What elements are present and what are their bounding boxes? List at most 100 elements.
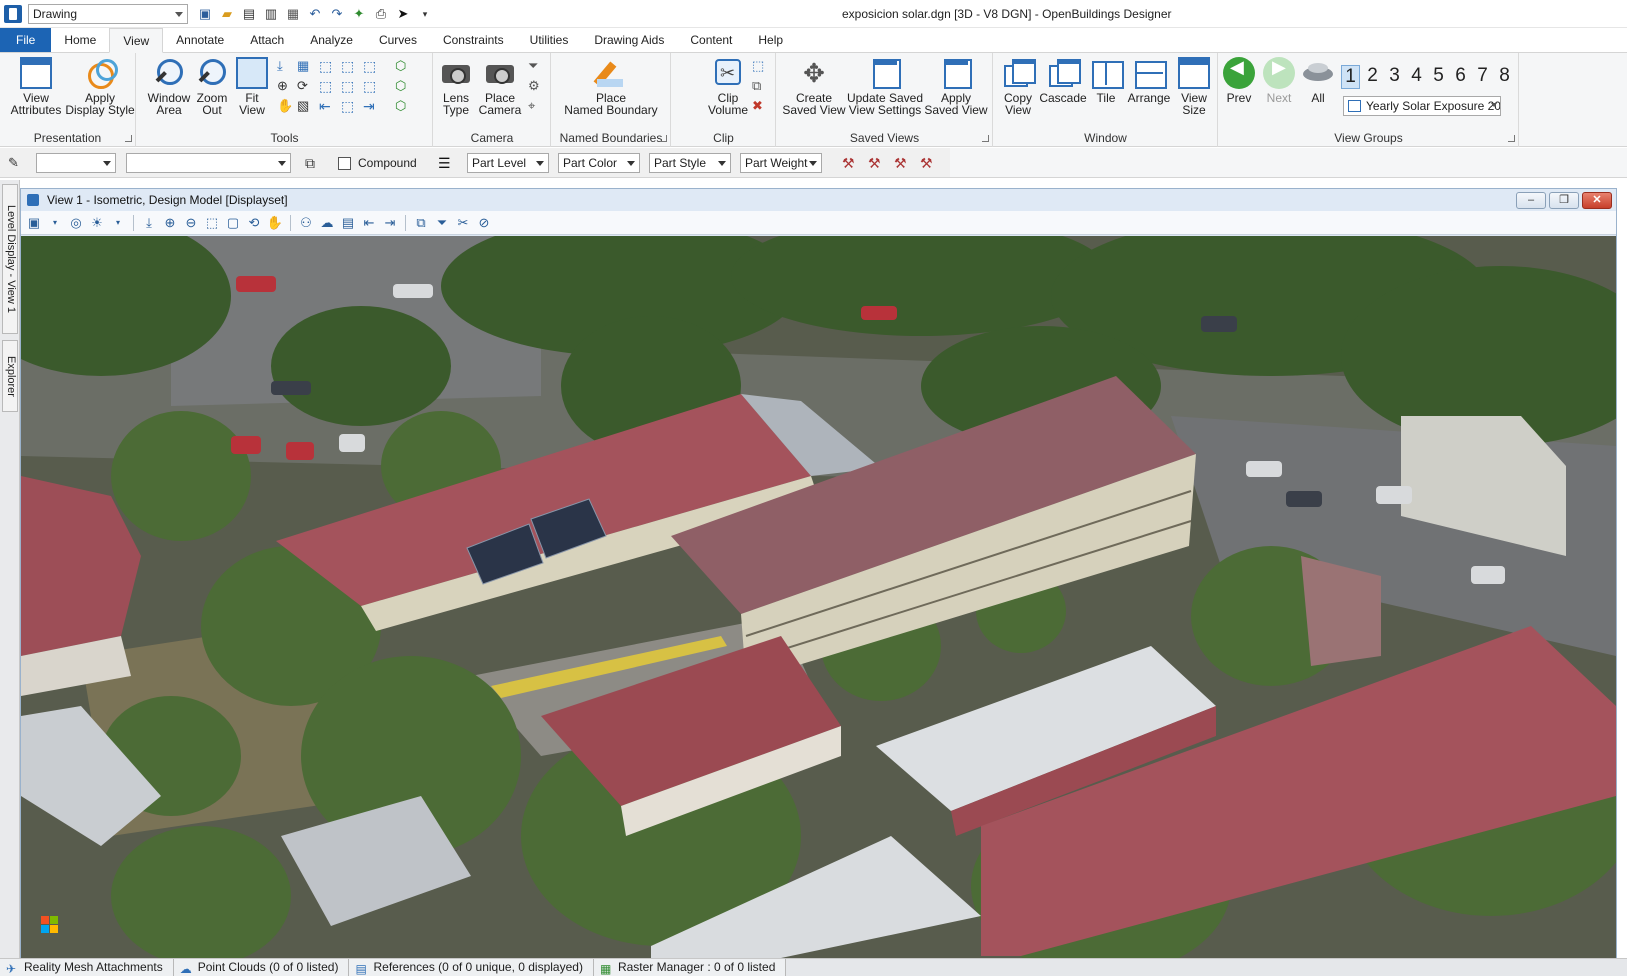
- view-toggle-6[interactable]: 6: [1451, 65, 1470, 87]
- zoom-in-icon[interactable]: ▦: [297, 58, 313, 74]
- right-view-icon[interactable]: ⬚: [363, 58, 379, 74]
- tab-home[interactable]: Home: [51, 28, 109, 52]
- materials-icon[interactable]: ⬡: [395, 98, 411, 114]
- workflow-selector[interactable]: Drawing: [28, 4, 188, 24]
- iso-view-icon[interactable]: ⬚: [319, 78, 335, 94]
- display-style-icon[interactable]: ◎: [67, 214, 85, 232]
- explorer-tab[interactable]: Explorer: [2, 340, 18, 412]
- undo-icon[interactable]: ↶: [306, 5, 324, 23]
- view-toggle-1[interactable]: 1: [1341, 65, 1360, 89]
- next-view-icon[interactable]: ⇥: [381, 214, 399, 232]
- tab-help[interactable]: Help: [745, 28, 796, 52]
- app-logo-icon[interactable]: [4, 5, 22, 23]
- camera-target-icon[interactable]: ⌖: [528, 98, 544, 114]
- funnel-icon[interactable]: ⏷: [528, 58, 544, 74]
- close-button[interactable]: ✕: [1582, 192, 1612, 209]
- save-icon[interactable]: ▤: [240, 5, 258, 23]
- previous-view-icon[interactable]: ⇤: [360, 214, 378, 232]
- pan-icon[interactable]: ⤓: [277, 58, 293, 74]
- change-part-icon[interactable]: ⚒: [920, 155, 936, 171]
- walk-icon[interactable]: ⚇: [297, 214, 315, 232]
- place-camera-button[interactable]: Place Camera: [476, 57, 524, 116]
- view-toggle-4[interactable]: 4: [1407, 65, 1426, 87]
- lens-type-button[interactable]: Lens Type: [436, 57, 476, 116]
- open-icon[interactable]: ▰: [218, 5, 236, 23]
- style-combo[interactable]: [126, 153, 291, 173]
- clip-volume-button[interactable]: Clip Volume: [706, 57, 750, 116]
- tab-file[interactable]: File: [0, 28, 52, 52]
- tab-drawing-aids[interactable]: Drawing Aids: [581, 28, 677, 52]
- launcher-icon[interactable]: [660, 135, 667, 142]
- zoom-out-button[interactable]: Zoom Out: [192, 57, 232, 116]
- arrange-button[interactable]: Arrange: [1124, 57, 1174, 104]
- view-attributes-button[interactable]: View Attributes: [8, 57, 64, 116]
- window-area-button[interactable]: Window Area: [147, 57, 191, 116]
- tab-content[interactable]: Content: [677, 28, 745, 52]
- update-view-icon[interactable]: ⤓: [140, 214, 158, 232]
- window-area-icon[interactable]: ⬚: [203, 214, 221, 232]
- tab-view[interactable]: View: [109, 28, 164, 53]
- layers-icon[interactable]: ⧉: [305, 155, 321, 171]
- apply-saved-view-button[interactable]: Apply Saved View: [924, 57, 988, 116]
- view-attributes-icon[interactable]: ▣: [25, 214, 43, 232]
- back-view-icon[interactable]: ⬚: [363, 78, 379, 94]
- create-saved-view-button[interactable]: ✥ Create Saved View: [782, 57, 845, 116]
- element-info-icon[interactable]: ⚒: [842, 155, 858, 171]
- bottom-view-icon[interactable]: ⬚: [341, 78, 357, 94]
- place-named-boundary-button[interactable]: Place Named Boundary: [558, 57, 664, 116]
- save-settings-icon[interactable]: ▥: [262, 5, 280, 23]
- chevron-down-icon[interactable]: ▾: [46, 214, 64, 232]
- zoom-in-icon[interactable]: ⊕: [161, 214, 179, 232]
- clip-volume-icon[interactable]: ⏷: [433, 214, 451, 232]
- view-toggle-8[interactable]: 8: [1495, 65, 1514, 87]
- fit-view-icon[interactable]: ▢: [224, 214, 242, 232]
- more-icon[interactable]: ▾: [416, 5, 434, 23]
- part-style-combo[interactable]: Part Style: [649, 153, 731, 173]
- status-tab-references[interactable]: ▤ References (0 of 0 unique, 0 displayed…: [349, 959, 594, 976]
- previous-view-icon[interactable]: ⇤: [319, 98, 335, 114]
- update-view-icon[interactable]: ▧: [297, 98, 313, 114]
- pin-icon[interactable]: ✦: [350, 5, 368, 23]
- fly-icon[interactable]: ☁: [318, 214, 336, 232]
- level-display-tab[interactable]: Level Display - View 1: [2, 184, 18, 334]
- tab-constraints[interactable]: Constraints: [430, 28, 517, 52]
- hand-icon[interactable]: ✋: [277, 98, 293, 114]
- workflow-icon[interactable]: ▣: [196, 5, 214, 23]
- copy-view-icon[interactable]: ⧉: [412, 214, 430, 232]
- part-color-combo[interactable]: Part Color: [558, 153, 640, 173]
- status-tab-raster-manager[interactable]: ▦ Raster Manager : 0 of 0 listed: [593, 959, 787, 976]
- launcher-icon[interactable]: [1508, 135, 1515, 142]
- print-icon[interactable]: ⎙: [372, 5, 390, 23]
- part-level-combo[interactable]: Part Level: [467, 153, 549, 173]
- walk-icon[interactable]: ⊕: [277, 78, 293, 94]
- clear-clip-icon[interactable]: ⊘: [475, 214, 493, 232]
- change-attributes-icon[interactable]: ⚒: [894, 155, 910, 171]
- select-icon[interactable]: ➤: [394, 5, 412, 23]
- lighting-icon[interactable]: ☀: [88, 214, 106, 232]
- tab-attach[interactable]: Attach: [237, 28, 297, 52]
- lighting-icon[interactable]: ⬡: [395, 78, 411, 94]
- next-view-icon[interactable]: ⇥: [363, 98, 379, 114]
- clip-mask-icon[interactable]: ⬚: [752, 58, 768, 74]
- view-toggle-3[interactable]: 3: [1385, 65, 1404, 87]
- rotate-view-icon[interactable]: ⟳: [297, 78, 313, 94]
- status-tab-reality-mesh[interactable]: ✈ Reality Mesh Attachments: [0, 959, 174, 976]
- view-toggle-2[interactable]: 2: [1363, 65, 1382, 87]
- chevron-down-icon[interactable]: ▾: [109, 214, 127, 232]
- level-combo[interactable]: [36, 153, 116, 173]
- tab-analyze[interactable]: Analyze: [297, 28, 366, 52]
- copy-view-button[interactable]: Copy View: [998, 57, 1038, 116]
- tile-button[interactable]: Tile: [1088, 57, 1124, 104]
- left-view-icon[interactable]: ⬚: [341, 98, 357, 114]
- apply-display-style-button[interactable]: Apply Display Style: [64, 57, 136, 116]
- redo-icon[interactable]: ↷: [328, 5, 346, 23]
- next-button[interactable]: Next: [1261, 57, 1297, 104]
- tab-annotate[interactable]: Annotate: [163, 28, 237, 52]
- fit-view-button[interactable]: Fit View: [233, 57, 271, 116]
- view-toggle-7[interactable]: 7: [1473, 65, 1492, 87]
- restore-button[interactable]: ❐: [1549, 192, 1579, 209]
- all-button[interactable]: All: [1301, 57, 1335, 104]
- cascade-button[interactable]: Cascade: [1038, 57, 1088, 104]
- clip-mask-icon[interactable]: ✂: [454, 214, 472, 232]
- tab-curves[interactable]: Curves: [366, 28, 430, 52]
